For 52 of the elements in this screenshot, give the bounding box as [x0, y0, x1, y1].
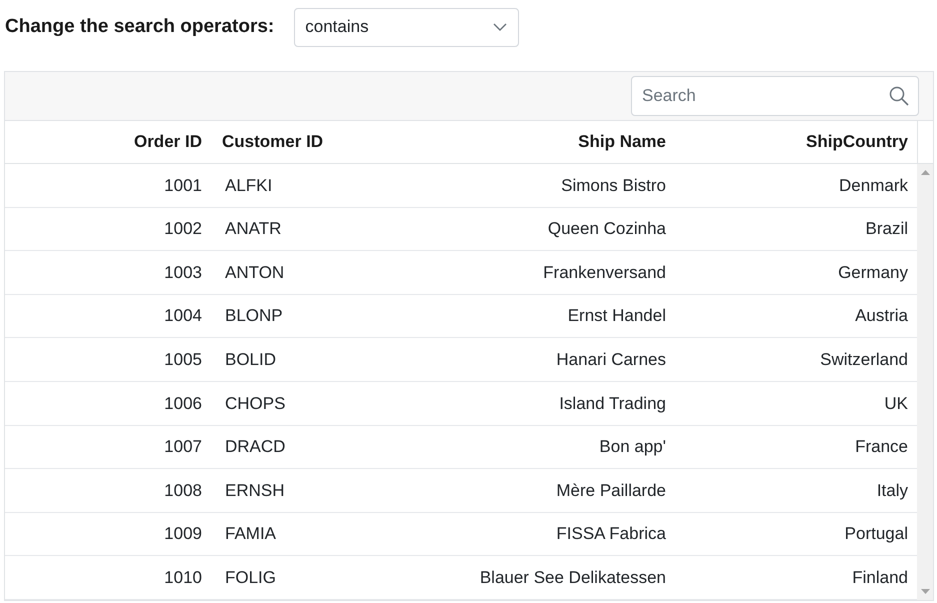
table-cell-text: FISSA Fabrica [555, 523, 667, 546]
scroll-down-arrow-icon[interactable] [920, 588, 930, 594]
table-cell-text: FOLIG [224, 566, 278, 589]
operator-dropdown[interactable]: contains [294, 8, 520, 46]
table-cell-text: UK [883, 392, 909, 415]
table-cell-text: DRACD [224, 436, 286, 458]
table-cell-text: 1007 [163, 436, 203, 458]
column-header[interactable]: Order ID [5, 121, 211, 163]
search-icon [889, 86, 909, 106]
table-cell-text: Bon app' [598, 436, 667, 458]
table-cell-text: FAMIA [224, 523, 278, 546]
table-cell-text: BLONP [224, 305, 284, 328]
table-cell-text: ANATR [224, 218, 282, 240]
table-cell-text: Austria [854, 305, 909, 328]
table-cell-text: Mère Paillarde [555, 480, 667, 502]
table-cell-text: 1004 [163, 305, 203, 328]
operator-label: Change the search operators: [5, 14, 274, 39]
table-cell-text: Queen Cozinha [546, 218, 667, 240]
table-cell-text: 1002 [163, 218, 203, 240]
table-cell-text: ERNSH [224, 480, 286, 502]
column-header[interactable]: ShipCountry [675, 121, 917, 163]
table-cell-text: Switzerland [819, 348, 909, 371]
table-cell-text: Blauer See Delikatessen [478, 566, 667, 589]
table-cell-text: ANTON [224, 262, 286, 284]
table-cell-text: 1009 [163, 523, 203, 546]
table-cell-text: Brazil [864, 218, 909, 240]
table-cell-text: Simons Bistro [560, 174, 667, 197]
table-cell-text: Denmark [838, 174, 909, 197]
scroll-up-arrow-icon[interactable] [920, 170, 930, 175]
table-cell-text: Island Trading [558, 392, 667, 415]
table-cell-text: 1006 [163, 392, 203, 415]
table-cell-text: France [854, 436, 909, 458]
scrollbar[interactable] [917, 164, 933, 600]
table-cell-text: 1010 [163, 566, 203, 589]
table-cell-text: 1003 [163, 262, 203, 284]
search-field[interactable]: Search [631, 76, 919, 116]
chevron-down-icon [493, 23, 508, 31]
table-cell-text: ALFKI [224, 174, 274, 197]
table-cell-text: Frankenversand [542, 262, 667, 284]
table-cell-text: Germany [837, 262, 909, 284]
table-cell-text: 1001 [163, 174, 203, 197]
column-header[interactable]: Ship Name [371, 121, 675, 163]
column-header[interactable]: Customer ID [211, 121, 371, 163]
table-cell-text: Hanari Carnes [555, 348, 667, 371]
table-cell-text: Finland [851, 566, 909, 589]
table-cell-text: BOLID [224, 348, 278, 371]
table-cell-text: Portugal [844, 523, 909, 546]
table-cell-text: Ernst Handel [566, 305, 667, 328]
table-cell-text: 1005 [163, 348, 203, 371]
table-cell-text: CHOPS [224, 392, 286, 415]
table-cell-text: Italy [876, 480, 909, 502]
table-cell-text: 1008 [163, 480, 203, 502]
